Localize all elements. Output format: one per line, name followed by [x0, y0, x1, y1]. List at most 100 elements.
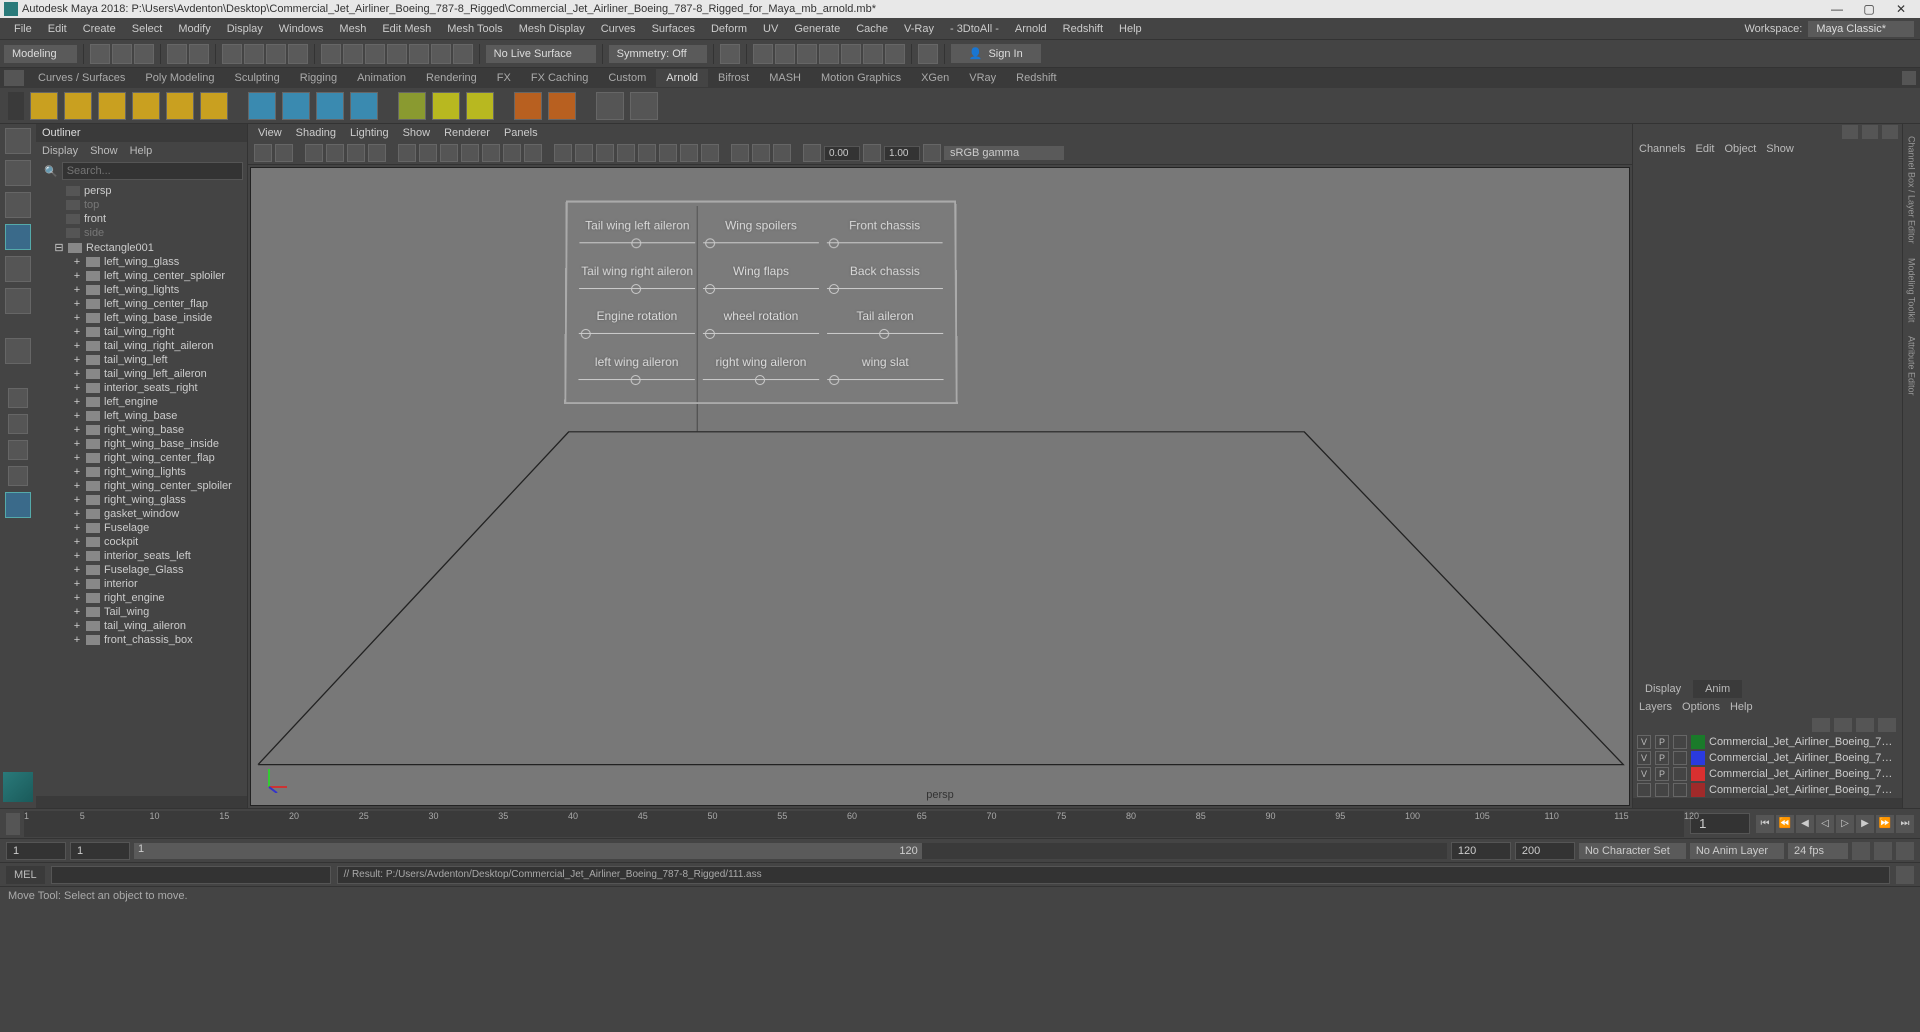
- expand-icon[interactable]: +: [72, 452, 82, 464]
- arnold-area-light-icon[interactable]: [30, 92, 58, 120]
- vp-field-chart-icon[interactable]: [482, 144, 500, 162]
- arnold-render-icon[interactable]: [514, 92, 542, 120]
- arnold-rendersettings-icon[interactable]: [548, 92, 576, 120]
- sel-mode-3-icon[interactable]: [266, 44, 286, 64]
- character-set-dropdown[interactable]: No Character Set: [1579, 843, 1686, 859]
- chbox-menu-show[interactable]: Show: [1766, 143, 1794, 155]
- expand-icon[interactable]: +: [72, 634, 82, 646]
- arnold-volume-icon[interactable]: [316, 92, 344, 120]
- range-out-input[interactable]: [1451, 842, 1511, 860]
- right-tab-channelbox[interactable]: Channel Box / Layer Editor: [1906, 130, 1918, 250]
- menu-editmesh[interactable]: Edit Mesh: [374, 20, 439, 38]
- undo-icon[interactable]: [167, 44, 187, 64]
- layer-playback[interactable]: [1655, 783, 1669, 797]
- shelf-tab[interactable]: Rigging: [290, 69, 347, 87]
- outliner-menu-help[interactable]: Help: [130, 145, 153, 157]
- outliner-camera[interactable]: top: [36, 198, 247, 212]
- shelf-tab[interactable]: Bifrost: [708, 69, 759, 87]
- outliner-node[interactable]: +front_chassis_box: [36, 633, 247, 647]
- snap-surface-icon[interactable]: [409, 44, 429, 64]
- outliner-node[interactable]: +left_wing_glass: [36, 255, 247, 269]
- expand-icon[interactable]: +: [72, 368, 82, 380]
- layer-display-type[interactable]: [1673, 783, 1687, 797]
- symmetry-dropdown[interactable]: Symmetry: Off: [609, 45, 707, 63]
- menu-modify[interactable]: Modify: [170, 20, 218, 38]
- expand-icon[interactable]: +: [72, 256, 82, 268]
- workspace-dropdown[interactable]: Maya Classic*: [1808, 21, 1914, 37]
- ipr-render-icon[interactable]: [775, 44, 795, 64]
- shelf-tab[interactable]: VRay: [959, 69, 1006, 87]
- display-layer[interactable]: VPCommercial_Jet_Airliner_Boeing_787-8_R…: [1633, 750, 1902, 766]
- expand-icon[interactable]: +: [72, 550, 82, 562]
- expand-icon[interactable]: +: [72, 424, 82, 436]
- shelf-tab[interactable]: Poly Modeling: [135, 69, 224, 87]
- auto-key-icon[interactable]: [1852, 842, 1870, 860]
- shelf-tab[interactable]: MASH: [759, 69, 811, 87]
- step-back-icon[interactable]: ◀: [1796, 815, 1814, 833]
- outliner-node[interactable]: +right_wing_lights: [36, 465, 247, 479]
- vp-isolate-icon[interactable]: [731, 144, 749, 162]
- expand-icon[interactable]: +: [72, 592, 82, 604]
- layer-playback[interactable]: P: [1655, 735, 1669, 749]
- expand-icon[interactable]: +: [72, 494, 82, 506]
- snap-curve-icon[interactable]: [343, 44, 363, 64]
- range-in-input[interactable]: [70, 842, 130, 860]
- vp-exposure-input[interactable]: [824, 146, 860, 161]
- arnold-skydome-light-icon[interactable]: [132, 92, 160, 120]
- command-input[interactable]: [51, 866, 331, 884]
- layer-tab-display[interactable]: Display: [1633, 680, 1693, 698]
- anim-layer-dropdown[interactable]: No Anim Layer: [1690, 843, 1784, 859]
- outliner-search-input[interactable]: [62, 162, 243, 180]
- expand-icon[interactable]: +: [72, 354, 82, 366]
- menu-file[interactable]: File: [6, 20, 40, 38]
- expand-icon[interactable]: +: [72, 466, 82, 478]
- menu-uv[interactable]: UV: [755, 20, 786, 38]
- vp-xray-icon[interactable]: [752, 144, 770, 162]
- menu-arnold[interactable]: Arnold: [1007, 20, 1055, 38]
- outliner-node[interactable]: +Tail_wing: [36, 605, 247, 619]
- menu-curves[interactable]: Curves: [593, 20, 644, 38]
- arnold-override-icon[interactable]: [466, 92, 494, 120]
- menu-edit[interactable]: Edit: [40, 20, 75, 38]
- expand-icon[interactable]: +: [72, 396, 82, 408]
- vp-menu-renderer[interactable]: Renderer: [444, 127, 490, 139]
- menu-create[interactable]: Create: [75, 20, 124, 38]
- last-tool-icon[interactable]: [5, 338, 31, 364]
- vp-safe-action-icon[interactable]: [503, 144, 521, 162]
- expand-icon[interactable]: +: [72, 340, 82, 352]
- rig-slider[interactable]: [703, 375, 819, 385]
- arnold-help-icon[interactable]: [596, 92, 624, 120]
- sel-mode-4-icon[interactable]: [288, 44, 308, 64]
- arnold-light-portal-icon[interactable]: [166, 92, 194, 120]
- chbox-speed-icon[interactable]: [1862, 125, 1878, 139]
- shelf-tab[interactable]: FX Caching: [521, 69, 598, 87]
- chbox-menu-object[interactable]: Object: [1724, 143, 1756, 155]
- vp-menu-panels[interactable]: Panels: [504, 127, 538, 139]
- vp-menu-lighting[interactable]: Lighting: [350, 127, 389, 139]
- arnold-about-icon[interactable]: [630, 92, 658, 120]
- display-layer[interactable]: Commercial_Jet_Airliner_Boeing_787-8_Rig…: [1633, 782, 1902, 798]
- snap-point-icon[interactable]: [365, 44, 385, 64]
- outliner-node[interactable]: +Fuselage: [36, 521, 247, 535]
- expand-icon[interactable]: +: [72, 298, 82, 310]
- layer-display-type[interactable]: [1673, 751, 1687, 765]
- play-forward-icon[interactable]: ▷: [1836, 815, 1854, 833]
- expand-icon[interactable]: +: [72, 326, 82, 338]
- outliner-node[interactable]: +Fuselage_Glass: [36, 563, 247, 577]
- collapse-icon[interactable]: ⊟: [54, 241, 64, 254]
- outliner-camera[interactable]: front: [36, 212, 247, 226]
- shelf-scroll-icon[interactable]: [1902, 71, 1916, 85]
- menu-vray[interactable]: V-Ray: [896, 20, 942, 38]
- shelf-tab[interactable]: Animation: [347, 69, 416, 87]
- four-pane-icon[interactable]: [8, 414, 28, 434]
- snap-view-icon[interactable]: [431, 44, 451, 64]
- vp-bookmark-icon[interactable]: [305, 144, 323, 162]
- chbox-hyperbolic-icon[interactable]: [1882, 125, 1898, 139]
- expand-icon[interactable]: +: [72, 410, 82, 422]
- layer-playback[interactable]: P: [1655, 767, 1669, 781]
- menu-meshdisplay[interactable]: Mesh Display: [511, 20, 593, 38]
- outliner-node[interactable]: +left_wing_center_sploiler: [36, 269, 247, 283]
- vp-gate-mask-icon[interactable]: [461, 144, 479, 162]
- expand-icon[interactable]: +: [72, 620, 82, 632]
- sel-mode-2-icon[interactable]: [244, 44, 264, 64]
